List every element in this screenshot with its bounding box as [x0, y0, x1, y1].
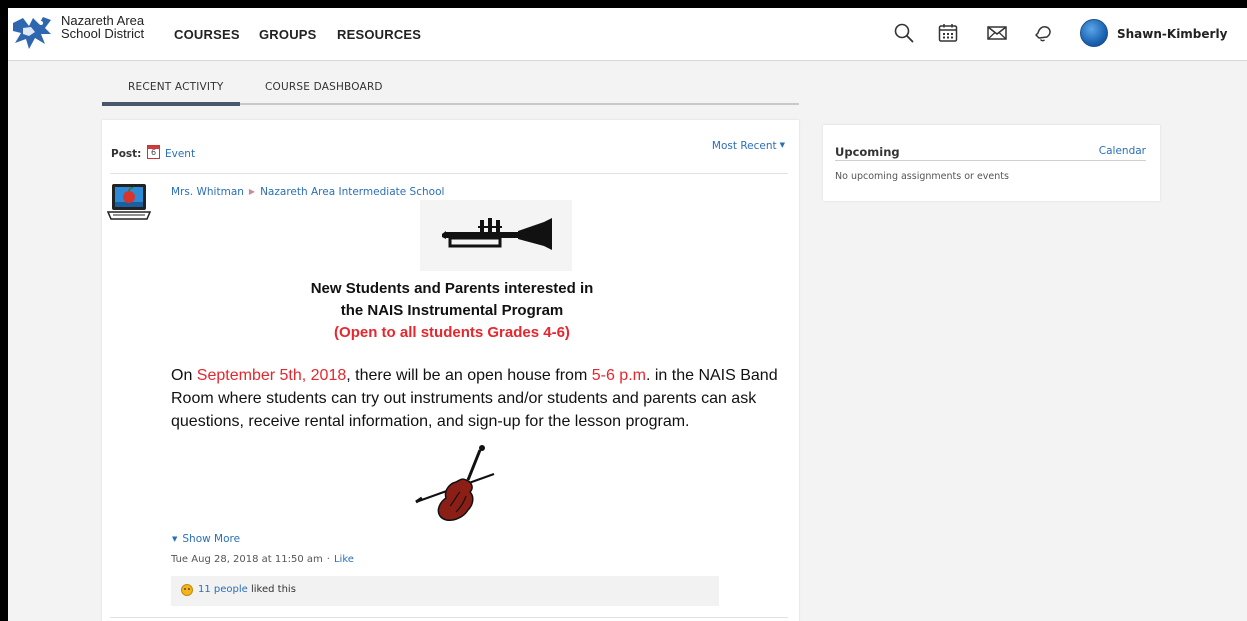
upcoming-panel: Upcoming Calendar No upcoming assignment…	[823, 125, 1160, 201]
separator-dot: ·	[326, 554, 330, 565]
divider	[110, 173, 788, 174]
activity-feed: Post: 6 Event Most Recent ▼ Mrs. Whitman ▶…	[102, 120, 799, 621]
flyer-title-line1: New Students and Parents interested in	[310, 280, 594, 297]
like-button[interactable]: Like	[334, 554, 354, 565]
sort-dropdown[interactable]: Most Recent ▼	[712, 140, 785, 152]
flyer-event-time: 5-6 p.m	[591, 367, 646, 384]
flyer-title-line2: the NAIS Instrumental Program	[340, 302, 564, 319]
trumpet-icon	[442, 218, 552, 250]
arrow-right-icon: ▶	[248, 187, 256, 196]
bell-icon[interactable]	[1031, 21, 1055, 45]
show-more-link[interactable]: ▼ Show More	[172, 533, 240, 545]
chevron-down-icon: ▼	[779, 141, 785, 149]
event-calendar-icon[interactable]: 6	[147, 145, 160, 159]
user-avatar[interactable]	[1080, 19, 1108, 47]
author-link[interactable]: Mrs. Whitman	[171, 186, 244, 198]
likes-count-link[interactable]: 11 people	[198, 584, 248, 595]
post-timestamp: Tue Aug 28, 2018 at 11:50 am	[171, 554, 323, 565]
show-more-label: Show More	[182, 533, 241, 545]
activity-tabs: RECENT ACTIVITY COURSE DASHBOARD	[102, 72, 799, 106]
flyer-body-part1: On	[171, 367, 197, 384]
calendar-icon[interactable]	[936, 21, 960, 45]
calendar-icon-number: 6	[151, 148, 157, 157]
user-name[interactable]: Shawn-Kimberly	[1117, 27, 1227, 41]
tab-course-dashboard[interactable]: COURSE DASHBOARD	[265, 81, 383, 93]
likes-suffix: liked this	[247, 584, 296, 595]
likes-text: 11 people liked this	[198, 584, 296, 595]
upcoming-empty-message: No upcoming assignments or events	[835, 171, 1009, 182]
chevron-down-icon: ▼	[172, 535, 178, 543]
district-name-line2: School District	[61, 26, 145, 41]
district-logo-icon[interactable]	[11, 14, 53, 52]
upcoming-title: Upcoming	[835, 145, 900, 159]
teacher-computer-avatar-icon[interactable]	[107, 182, 152, 223]
tab-recent-activity[interactable]: RECENT ACTIVITY	[128, 81, 223, 93]
post-label: Post:	[111, 148, 142, 160]
location-link[interactable]: Nazareth Area Intermediate School	[260, 186, 444, 198]
post-author-line: Mrs. Whitman ▶ Nazareth Area Intermediate …	[171, 186, 444, 198]
divider	[110, 617, 788, 618]
sort-label: Most Recent	[711, 140, 777, 152]
top-navigation-bar: Nazareth Area School District COURSES GR…	[8, 8, 1247, 61]
divider	[835, 160, 1146, 161]
likes-summary: 11 people liked this	[171, 576, 719, 606]
flyer-body-text: On September 5th, 2018, there will be an…	[171, 364, 801, 433]
post-event-link[interactable]: Event	[165, 148, 195, 160]
calendar-link[interactable]: Calendar	[1099, 145, 1146, 157]
violin-icon	[415, 445, 495, 521]
flyer-event-date: September 5th, 2018	[196, 367, 347, 384]
post-timestamp-line: Tue Aug 28, 2018 at 11:50 am · Like	[171, 554, 354, 565]
app-window: Nazareth Area School District COURSES GR…	[8, 8, 1247, 621]
search-icon[interactable]	[892, 21, 916, 45]
flyer-title-line3: (Open to all students Grades 4-6)	[334, 324, 570, 341]
nav-courses[interactable]: COURSES	[174, 27, 240, 42]
smiley-icon	[181, 584, 193, 596]
flyer-body-part2: , there will be an open house from	[346, 367, 592, 384]
active-tab-indicator	[102, 102, 240, 106]
mail-icon[interactable]	[985, 21, 1009, 45]
nav-resources[interactable]: RESOURCES	[337, 27, 421, 42]
trumpet-image	[420, 200, 572, 271]
district-name[interactable]: Nazareth Area School District	[61, 14, 161, 40]
nav-groups[interactable]: GROUPS	[259, 27, 317, 42]
